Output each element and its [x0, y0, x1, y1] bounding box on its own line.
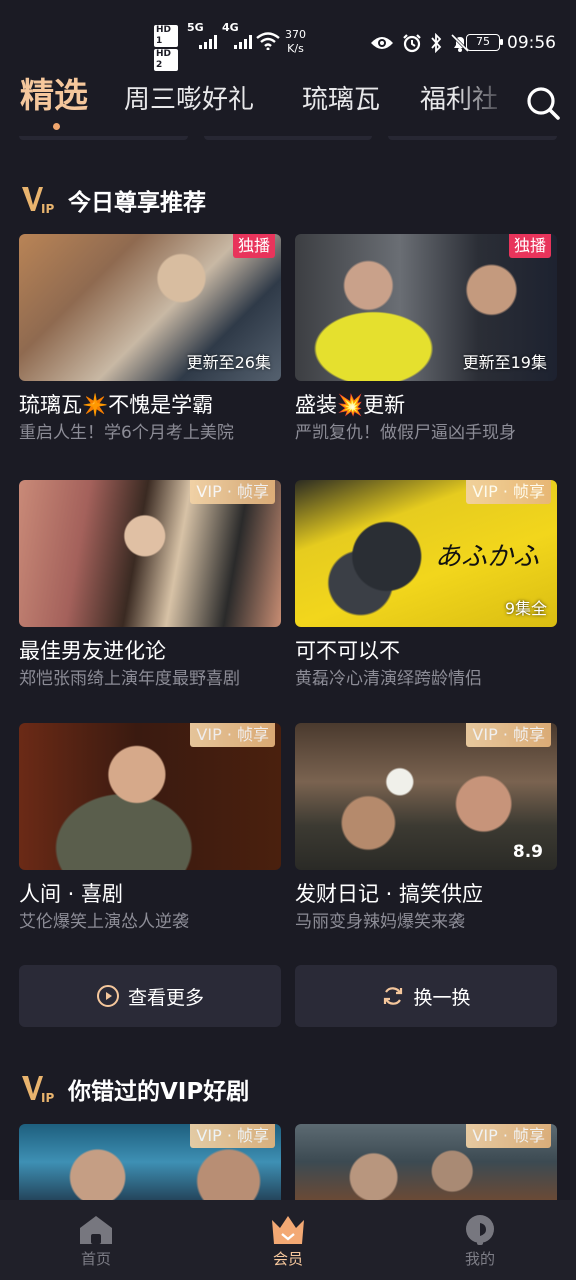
vip-badge: VIP · 帧享 [466, 1124, 551, 1148]
home-icon [80, 1216, 112, 1244]
card-subtitle: 艾伦爆笑上演怂人逆袭 [19, 912, 189, 932]
nav-profile-label: 我的 [464, 1250, 495, 1268]
tab-featured[interactable]: 精选 [20, 78, 88, 114]
tab-wednesday-gifts[interactable]: 周三嘭好礼 [124, 82, 254, 118]
card-title: 琉璃瓦✴️不愧是学霸 [19, 393, 214, 417]
video-thumbnail: VIP · 帧享 あふかふ 9集全 [295, 480, 557, 627]
section-title: 你错过的VIP好剧 [68, 1079, 250, 1105]
card-subtitle: 黄磊冷心清演绎跨龄情侣 [295, 669, 482, 689]
video-card[interactable]: 独播 更新至26集 琉璃瓦✴️不愧是学霸 重启人生！学6个月考上美院 [19, 234, 281, 445]
card-subtitle: 严凯复仇！做假尸逼凶手现身 [295, 423, 516, 443]
nav-vip-label: 会员 [272, 1250, 303, 1268]
video-card[interactable]: VIP · 帧享 8.9 发财日记 · 搞笑供应 马丽变身辣妈爆笑来袭 [295, 723, 557, 934]
nav-profile[interactable]: 我的 [384, 1200, 576, 1280]
top-tab-bar: 精选 周三嘭好礼 琉璃瓦 福利社 [0, 72, 576, 136]
vip-logo-icon: IP [22, 187, 54, 216]
nav-home[interactable]: 首页 [0, 1200, 192, 1280]
refresh-label: 换一换 [413, 986, 471, 1009]
card-title: 人间 · 喜剧 [19, 882, 124, 906]
vip-badge: VIP · 帧享 [466, 723, 551, 747]
exclusive-badge: 独播 [508, 234, 551, 258]
vip-badge: VIP · 帧享 [190, 1124, 275, 1148]
nav-home-label: 首页 [80, 1250, 111, 1268]
vip-badge: VIP · 帧享 [190, 480, 275, 504]
alarm-icon [403, 34, 421, 53]
card-title: 可不可以不 [295, 639, 400, 663]
tab-fade [455, 72, 510, 136]
video-thumbnail: VIP · 帧享 [295, 1124, 557, 1200]
bottom-navigation: 首页 会员 我的 [0, 1200, 576, 1280]
video-thumbnail: VIP · 帧享 [19, 1124, 281, 1200]
active-tab-indicator [53, 123, 60, 130]
video-card[interactable]: VIP · 帧享 最佳男友进化论 郑恺张雨绮上演年度最野喜剧 [19, 480, 281, 691]
signal-bars-1-icon [199, 33, 217, 49]
eye-icon [371, 37, 393, 49]
video-card[interactable]: VIP · 帧享 [19, 1124, 281, 1200]
card-subtitle: 郑恺张雨绮上演年度最野喜剧 [19, 669, 240, 689]
battery-indicator: 75 [466, 34, 503, 51]
status-icons [370, 33, 470, 53]
clock: 09:56 [507, 33, 556, 53]
video-card[interactable]: VIP · 帧享 [295, 1124, 557, 1200]
section-title: 今日尊享推荐 [68, 190, 206, 216]
profile-icon [466, 1215, 494, 1245]
card-title: 盛装💥更新 [295, 393, 406, 417]
svg-text:IP: IP [41, 202, 54, 216]
episode-overlay: 更新至19集 [462, 353, 547, 372]
show-logo-art: あふかふ [435, 542, 540, 572]
section-header-missed: IP 你错过的VIP好剧 [20, 1071, 249, 1107]
svg-text:IP: IP [41, 1091, 54, 1105]
view-more-label: 查看更多 [127, 986, 204, 1009]
signal-bars-2-icon [234, 33, 252, 49]
exclusive-badge: 独播 [232, 234, 275, 258]
section-header-today: IP 今日尊享推荐 [20, 182, 206, 218]
card-subtitle: 重启人生！学6个月考上美院 [19, 423, 234, 443]
network-speed: 370 K/s [285, 28, 306, 55]
search-icon[interactable] [524, 84, 562, 122]
play-circle-icon [96, 985, 119, 1007]
card-subtitle: 马丽变身辣妈爆笑来袭 [295, 912, 465, 932]
bluetooth-icon [431, 33, 442, 53]
tab-liuliwa[interactable]: 琉璃瓦 [302, 82, 380, 118]
hd-indicator: HD 1 HD 2 [154, 25, 180, 73]
card-title: 最佳男友进化论 [19, 639, 166, 663]
vip-badge: VIP · 帧享 [466, 480, 551, 504]
refresh-button[interactable]: 换一换 [295, 965, 557, 1027]
view-more-button[interactable]: 查看更多 [19, 965, 281, 1027]
status-bar: HD 1 HD 2 5G 4G 370 K/s 75 09:56 [0, 0, 576, 72]
refresh-icon [384, 987, 403, 1005]
rating-score: 8.9 [512, 842, 543, 862]
wifi-icon [256, 32, 280, 50]
video-thumbnail: 独播 更新至19集 [295, 234, 557, 381]
video-thumbnail: VIP · 帧享 [19, 480, 281, 627]
video-thumbnail: VIP · 帧享 8.9 [295, 723, 557, 870]
episode-overlay: 9集全 [504, 599, 547, 618]
crown-icon [272, 1216, 304, 1244]
vip-badge: VIP · 帧享 [190, 723, 275, 747]
video-card[interactable]: VIP · 帧享 あふかふ 9集全 可不可以不 黄磊冷心清演绎跨龄情侣 [295, 480, 557, 691]
video-card[interactable]: VIP · 帧享 人间 · 喜剧 艾伦爆笑上演怂人逆袭 [19, 723, 281, 934]
previous-section-edge [19, 136, 558, 140]
video-thumbnail: 独播 更新至26集 [19, 234, 281, 381]
video-card[interactable]: 独播 更新至19集 盛装💥更新 严凯复仇！做假尸逼凶手现身 [295, 234, 557, 445]
nav-vip[interactable]: 会员 [192, 1200, 384, 1280]
card-title: 发财日记 · 搞笑供应 [295, 882, 484, 906]
vip-logo-icon: IP [22, 1076, 54, 1105]
episode-overlay: 更新至26集 [186, 353, 271, 372]
video-thumbnail: VIP · 帧享 [19, 723, 281, 870]
